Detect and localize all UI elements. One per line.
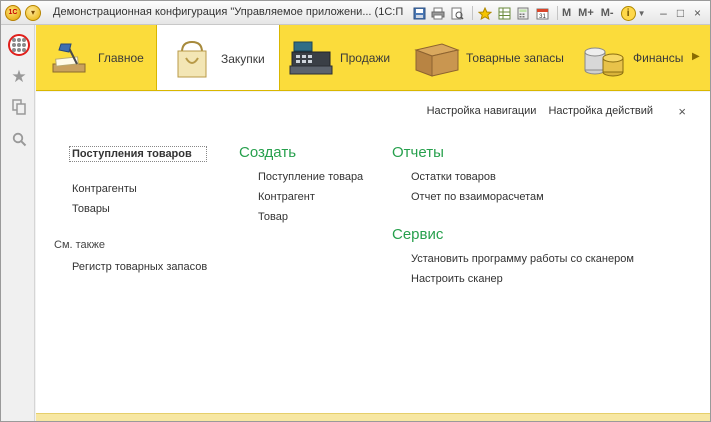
section-stock[interactable]: Товарные запасы [412,25,564,90]
nav-item-goods[interactable]: Товары [72,203,207,215]
close-icon[interactable]: × [691,6,705,20]
close-icon[interactable]: × [678,104,686,119]
panel-settings-links: Настройка навигации Настройка действий [415,105,653,117]
box-icon [412,36,462,80]
see-also-title: См. также [54,239,105,251]
shopping-bag-icon [167,37,217,81]
section-purchases[interactable]: Закупки [156,25,280,90]
info-icon[interactable]: i [620,5,636,21]
toolbar-separator [472,6,473,20]
create-receipt-link[interactable]: Поступление товара [258,171,363,183]
memory-subtract-button[interactable]: M- [601,7,614,19]
favorites-icon[interactable] [477,5,493,21]
scroll-right-icon[interactable]: ▶ [692,51,702,65]
grid-icon[interactable] [496,5,512,21]
chevron-down-icon[interactable]: ▼ [638,9,646,18]
nav-item-receipts[interactable]: Поступления товаров [69,146,208,162]
calculator-icon[interactable] [515,5,531,21]
group-title-reports: Отчеты [392,144,444,161]
status-strip [36,413,710,421]
app-window: 1С ▾ Демонстрационная конфигурация "Упра… [0,0,711,422]
toolbar-separator [557,6,558,20]
navigation-settings-link[interactable]: Настройка навигации [427,105,537,117]
svg-text:31: 31 [539,14,546,20]
memory-add-button[interactable]: M+ [578,7,594,19]
main-menu-button[interactable]: ▾ [25,5,41,21]
section-label: Финансы [633,51,684,65]
home-grid-icon[interactable] [8,34,30,56]
memory-store-button[interactable]: M [562,7,571,19]
report-stock-balance-link[interactable]: Остатки товаров [411,171,634,183]
section-label: Продажи [340,51,391,65]
favorites-star-icon[interactable]: ★ [8,66,30,88]
actions-settings-link[interactable]: Настройка действий [548,105,653,117]
group-title-service: Сервис [392,226,444,243]
title-bar: 1С ▾ Демонстрационная конфигурация "Упра… [1,1,710,25]
create-counterparty-link[interactable]: Контрагент [258,191,363,203]
save-icon[interactable] [411,5,427,21]
create-column: Создать Поступление товара Контрагент То… [239,144,363,223]
left-panel: ★ [1,25,35,421]
section-label: Главное [98,51,144,65]
section-main[interactable]: Главное [44,25,154,90]
title-toolbar: 31 M M+ M- i ▼ – □ × [411,4,705,22]
calendar-icon[interactable]: 31 [534,5,550,21]
window-title: Демонстрационная конфигурация "Управляем… [53,6,403,18]
search-icon[interactable] [8,128,30,150]
print-icon[interactable] [430,5,446,21]
cash-register-icon [286,36,336,80]
preview-icon[interactable] [449,5,465,21]
function-panel: Настройка навигации Настройка действий ×… [36,92,710,413]
section-label: Закупки [221,51,265,66]
group-title-create: Создать [239,144,297,161]
coins-icon [579,36,629,80]
nav-item-stock-register[interactable]: Регистр товарных запасов [72,261,207,273]
desk-lamp-icon [44,36,94,80]
minimize-icon[interactable]: – [657,6,671,20]
history-icon[interactable] [8,96,30,118]
sections-panel: Главное Закупки Продажи Товарные запасы … [36,25,710,91]
nav-item-counterparties[interactable]: Контрагенты [72,183,207,195]
navigation-column: Поступления товаров Контрагенты Товары С… [54,146,208,273]
section-label: Товарные запасы [466,51,564,65]
configure-scanner-link[interactable]: Настроить сканер [411,273,634,285]
create-goods-link[interactable]: Товар [258,211,363,223]
reports-service-column: Отчеты Остатки товаров Отчет по взаимора… [392,144,634,285]
install-scanner-link[interactable]: Установить программу работы со сканером [411,253,634,265]
section-sales[interactable]: Продажи [286,25,396,90]
report-settlements-link[interactable]: Отчет по взаиморасчетам [411,191,634,203]
maximize-icon[interactable]: □ [674,6,688,20]
section-finance[interactable]: Финансы [579,25,694,90]
app-logo-icon: 1С [5,5,21,21]
